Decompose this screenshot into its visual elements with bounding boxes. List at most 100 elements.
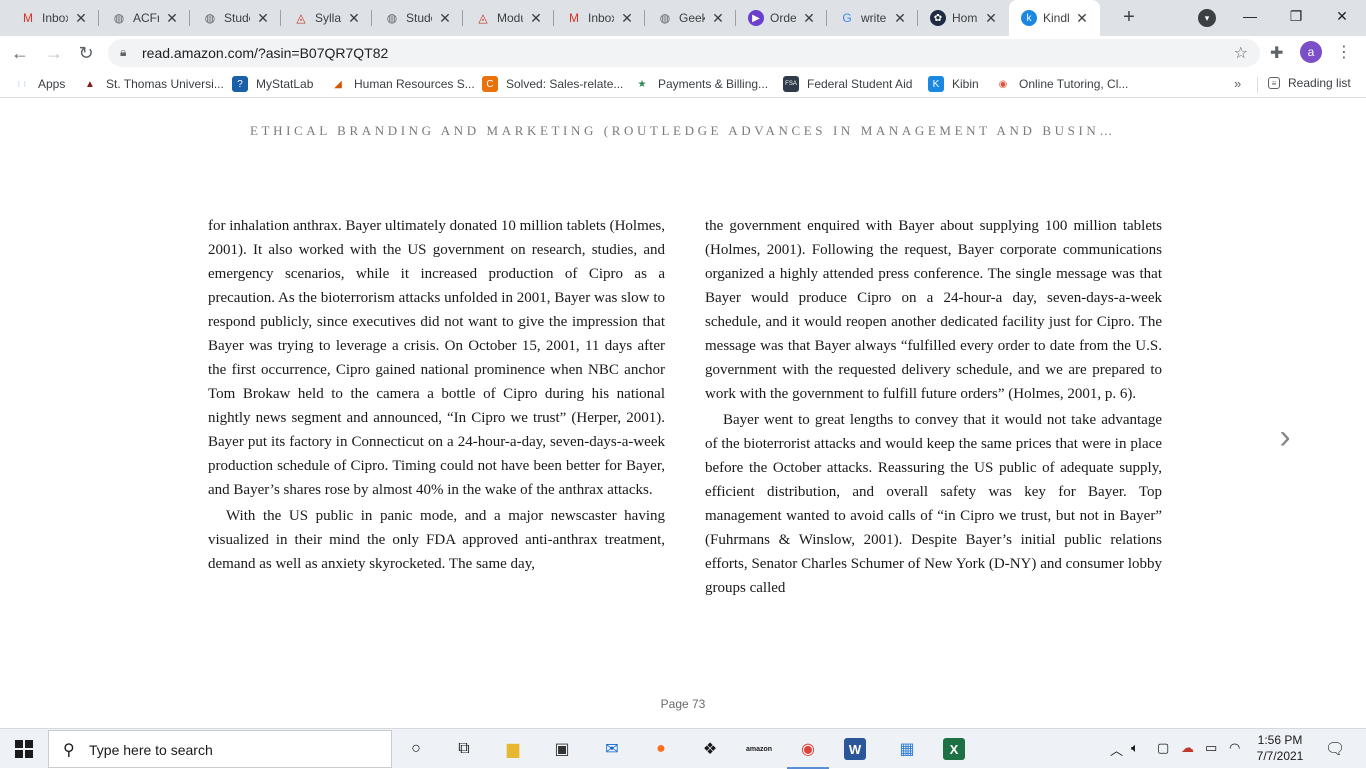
close-tab-icon[interactable]: ✕ [711, 10, 725, 27]
bookmark-item[interactable]: ⋮⋮ Apps [14, 76, 65, 92]
gmail-icon: M [23, 11, 33, 25]
tab-10[interactable]: ✿ Hom ✕ [918, 0, 1009, 36]
cortana-icon[interactable]: ○ [403, 736, 429, 762]
bookmark-label: Payments & Billing... [658, 77, 769, 91]
close-tab-icon[interactable]: ✕ [984, 10, 998, 27]
tab-5[interactable]: ◬ Modu ✕ [463, 0, 554, 36]
close-tab-icon[interactable]: ✕ [347, 10, 361, 27]
tab-label: Geek [679, 11, 705, 25]
forward-button[interactable]: → [42, 41, 66, 65]
amazon-icon[interactable]: amazon [746, 736, 772, 762]
wifi-icon[interactable]: ◠ [1229, 740, 1240, 756]
close-tab-icon[interactable]: ✕ [438, 10, 452, 27]
close-tab-icon[interactable]: ✕ [893, 10, 907, 27]
bookmark-item[interactable]: FSA Federal Student Aid [783, 76, 912, 92]
search-placeholder[interactable]: Type here to search [89, 742, 213, 758]
tab-7[interactable]: ◍ Geek ✕ [645, 0, 736, 36]
bookmark-label: St. Thomas Universi... [106, 77, 224, 91]
volume-icon[interactable]: 🔈︎ [1131, 740, 1139, 756]
new-tab-button[interactable]: + [1117, 6, 1141, 30]
bookmark-item[interactable]: C Solved: Sales-relate... [482, 76, 623, 92]
close-tab-icon[interactable]: ✕ [529, 10, 543, 27]
close-tab-icon[interactable]: ✕ [802, 10, 816, 27]
globe-icon: ◍ [113, 11, 125, 25]
next-page-arrow-icon[interactable]: › [1272, 417, 1298, 457]
store-icon[interactable]: ▣ [549, 736, 575, 762]
control-panel-icon[interactable]: ▦ [894, 736, 920, 762]
minimize-button[interactable]: — [1236, 4, 1264, 28]
apps-grid-icon: ⋮⋮ [16, 81, 28, 88]
tab-11[interactable]: k Kindl ✕ [1009, 0, 1100, 36]
close-tab-icon[interactable]: ✕ [620, 10, 634, 27]
close-tab-icon[interactable]: ✕ [1075, 10, 1089, 27]
globe-icon: ◍ [386, 11, 398, 25]
tab-label: Inbox [42, 11, 68, 25]
kindle-icon: k [1021, 10, 1037, 26]
tab-9[interactable]: Gwrite ✕ [827, 0, 918, 36]
tab-1[interactable]: ◍ ACFr ✕ [99, 0, 190, 36]
close-tab-icon[interactable]: ✕ [74, 10, 88, 27]
tab-label: Syllab [315, 11, 341, 25]
address-bar[interactable]: 🔒︎ read.amazon.com/?asin=B07QR7QT82 ☆ [108, 39, 1260, 67]
page-number: Page 73 [660, 697, 706, 711]
bookmarks-bar: ⋮⋮ Apps ▲ St. Thomas Universi... ? MyStatLab ◢… [0, 70, 1366, 98]
star-icon: ★ [637, 78, 647, 90]
chrome-icon[interactable]: ◉ [787, 736, 829, 769]
restore-button[interactable]: ❐ [1282, 4, 1310, 28]
close-tab-icon[interactable]: ✕ [165, 10, 179, 27]
windows-logo-icon [15, 740, 33, 758]
start-button[interactable] [0, 729, 48, 769]
word-icon[interactable]: W [844, 738, 866, 760]
tab-search-icon[interactable]: ▾ [1198, 9, 1216, 27]
canvas-icon: ◬ [478, 11, 488, 25]
bookmark-star-icon[interactable]: ☆ [1234, 43, 1248, 63]
bookmark-item[interactable]: ◉ Online Tutoring, Cl... [995, 76, 1129, 92]
close-window-button[interactable]: ✕ [1328, 4, 1356, 28]
tab-3[interactable]: ◬ Syllab ✕ [281, 0, 372, 36]
search-icon: ⚲ [63, 742, 75, 759]
tab-6[interactable]: M Inbox ✕ [554, 0, 645, 36]
system-clock[interactable]: 1:56 PM 7/7/2021 [1248, 732, 1312, 764]
task-view-icon[interactable]: ⧉ [451, 736, 477, 762]
tab-8[interactable]: ▶ Orde ✕ [736, 0, 827, 36]
mail-icon[interactable]: ✉ [599, 736, 625, 762]
bookmark-item[interactable]: ◢ Human Resources S... [330, 76, 475, 92]
tab-label: Modu [497, 11, 523, 25]
bookmark-item[interactable]: ? MyStatLab [232, 76, 313, 92]
reading-list-button[interactable]: ≡ Reading list [1268, 76, 1351, 90]
bookmark-item[interactable]: K Kibin [928, 76, 979, 92]
firefox-icon[interactable]: ● [648, 736, 674, 762]
tab-label: Kindl [1043, 11, 1069, 25]
tab-strip: M Inbox ✕ ◍ ACFr ✕ ◍ Stude ✕ ◬ Syllab ✕ ◍ Stude ✕ ◬ Modu… [0, 0, 1366, 36]
reading-list-label: Reading list [1288, 76, 1351, 90]
browser-menu-icon[interactable]: ⋮ [1336, 42, 1352, 62]
file-explorer-icon[interactable]: ▆ [500, 736, 526, 762]
url-text[interactable]: read.amazon.com/?asin=B07QR7QT82 [142, 45, 388, 61]
extensions-icon[interactable]: ✚ [1270, 43, 1283, 63]
paragraph: Bayer went to great lengths to convey th… [705, 412, 1162, 596]
bookmark-item[interactable]: ▲ St. Thomas Universi... [82, 76, 224, 92]
excel-icon[interactable]: X [943, 738, 965, 760]
tab-2[interactable]: ◍ Stude ✕ [190, 0, 281, 36]
show-hidden-icons-icon[interactable]: ︿ [1110, 740, 1123, 759]
bookmarks-overflow-button[interactable]: » [1234, 76, 1241, 91]
meet-now-icon[interactable]: ▢ [1157, 740, 1169, 756]
back-button[interactable]: ← [8, 41, 32, 65]
tab-label: Inbox [588, 11, 614, 25]
tab-4[interactable]: ◍ Stude ✕ [372, 0, 463, 36]
close-tab-icon[interactable]: ✕ [256, 10, 270, 27]
tab-label: Hom [952, 11, 978, 25]
bookmark-item[interactable]: ★ Payments & Billing... [634, 76, 769, 92]
taskbar-search-box[interactable]: ⚲ Type here to search [48, 730, 392, 768]
lock-icon[interactable]: 🔒︎ [120, 45, 126, 60]
kindle-reader: ETHICAL BRANDING AND MARKETING (ROUTLEDG… [0, 99, 1366, 728]
dropbox-icon[interactable]: ❖ [697, 736, 723, 762]
clock-date: 7/7/2021 [1256, 749, 1304, 763]
tab-0[interactable]: M Inbox ✕ [8, 0, 99, 36]
onedrive-error-icon[interactable]: ☁ [1181, 740, 1194, 756]
profile-avatar[interactable]: a [1300, 41, 1322, 63]
tab-label: Stude [224, 11, 250, 25]
battery-icon[interactable]: ▭ [1205, 740, 1217, 756]
notification-center-icon[interactable]: 🗨︎ [1325, 739, 1345, 759]
reload-button[interactable]: ↻ [74, 41, 98, 65]
